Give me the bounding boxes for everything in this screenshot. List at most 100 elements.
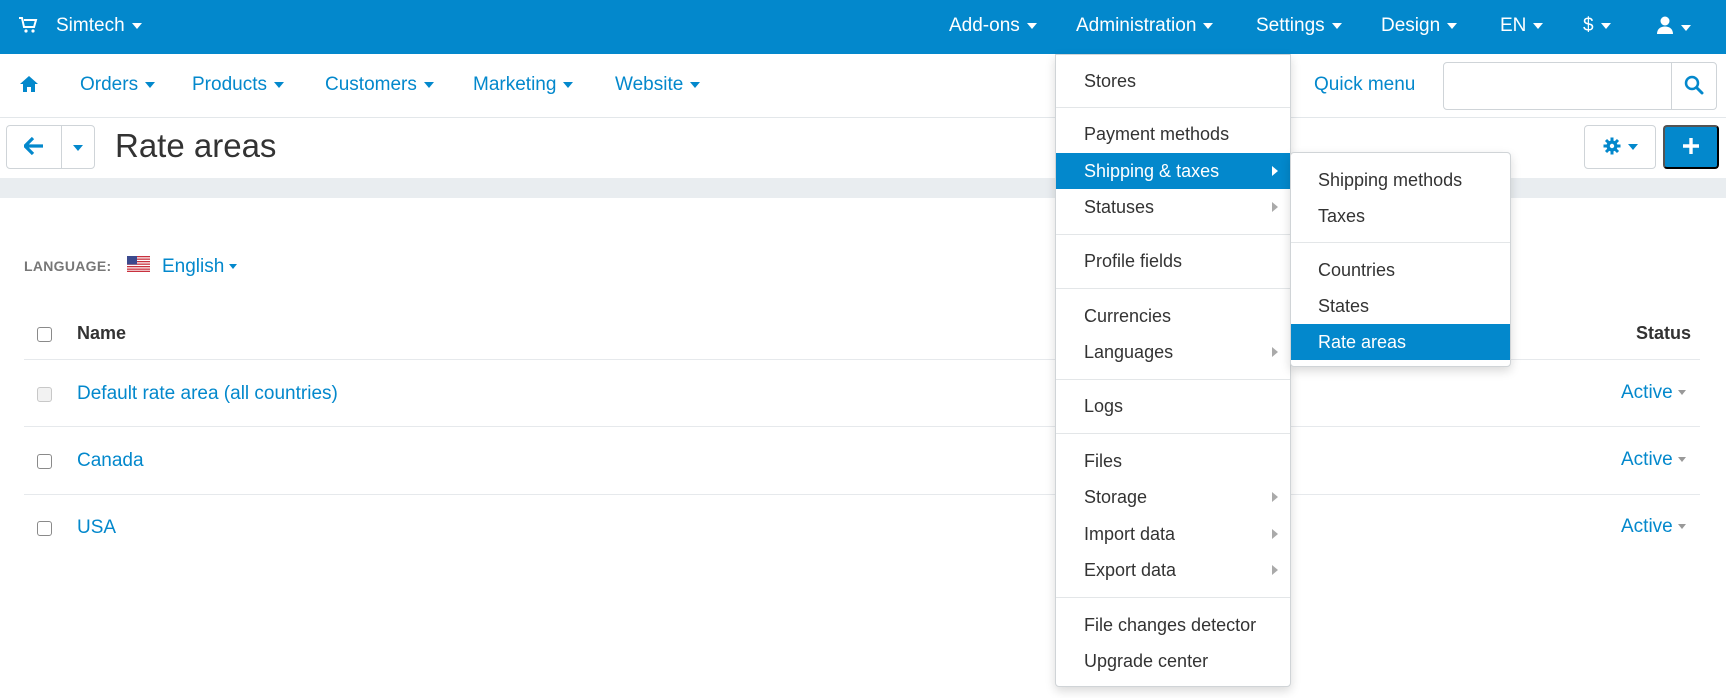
menu-item-taxes[interactable]: Taxes: [1291, 198, 1510, 234]
menu-item-file-changes-detector[interactable]: File changes detector: [1056, 607, 1290, 643]
language-label: LANGUAGE:: [24, 258, 112, 274]
status-dropdown[interactable]: Active: [1621, 449, 1686, 471]
row-checkbox[interactable]: [37, 521, 52, 536]
menu-item-shipping-taxes[interactable]: Shipping & taxes: [1056, 153, 1290, 189]
status-value: Active: [1621, 449, 1673, 470]
menu-divider: [1056, 288, 1290, 289]
menu-item-countries[interactable]: Countries: [1291, 252, 1510, 288]
rate-area-link[interactable]: Canada: [77, 450, 144, 472]
nav-currency[interactable]: $: [1583, 15, 1611, 37]
nav-currency-label: $: [1583, 15, 1594, 36]
menu-item-shipping-methods[interactable]: Shipping methods: [1291, 162, 1510, 198]
nav-marketing[interactable]: Marketing: [473, 74, 574, 96]
menu-divider: [1056, 597, 1290, 598]
nav-settings[interactable]: Settings: [1256, 15, 1342, 37]
nav-addons-label: Add-ons: [949, 15, 1020, 36]
menu-item-currencies[interactable]: Currencies: [1056, 298, 1290, 334]
main-nav: Orders Products Customers Marketing Webs…: [0, 54, 1726, 118]
chevron-right-icon: [1272, 347, 1278, 357]
menu-item-stores[interactable]: Stores: [1056, 63, 1290, 99]
menu-item-label: Taxes: [1318, 206, 1366, 226]
nav-administration[interactable]: Administration: [1076, 15, 1214, 37]
back-button[interactable]: [6, 125, 62, 169]
menu-item-label: Countries: [1318, 260, 1396, 280]
administration-menu: Stores Payment methods Shipping & taxes …: [1055, 54, 1291, 687]
store-switcher[interactable]: Simtech: [56, 15, 142, 37]
nav-design-label: Design: [1381, 15, 1441, 36]
menu-item-import-data[interactable]: Import data: [1056, 516, 1290, 552]
nav-design[interactable]: Design: [1381, 15, 1458, 37]
select-all-checkbox[interactable]: [37, 327, 52, 342]
us-flag-icon: [127, 256, 150, 272]
language-value: English: [162, 256, 225, 277]
menu-item-statuses[interactable]: Statuses: [1056, 189, 1290, 225]
table-divider: [24, 494, 1700, 495]
menu-item-label: States: [1318, 296, 1370, 316]
menu-item-profile-fields[interactable]: Profile fields: [1056, 243, 1290, 279]
search-input[interactable]: [1443, 62, 1672, 110]
gear-icon: [1603, 137, 1621, 158]
menu-item-storage[interactable]: Storage: [1056, 479, 1290, 515]
cart-icon[interactable]: [18, 15, 38, 35]
menu-item-rate-areas[interactable]: Rate areas: [1291, 324, 1510, 360]
chevron-right-icon: [1272, 202, 1278, 212]
menu-item-logs[interactable]: Logs: [1056, 388, 1290, 424]
menu-item-payment-methods[interactable]: Payment methods: [1056, 116, 1290, 152]
menu-item-files[interactable]: Files: [1056, 443, 1290, 479]
add-button[interactable]: [1663, 125, 1719, 169]
menu-item-label: Shipping methods: [1318, 170, 1463, 190]
menu-item-label: Export data: [1084, 560, 1177, 580]
nav-language[interactable]: EN: [1500, 15, 1544, 37]
menu-divider: [1291, 242, 1510, 243]
nav-user[interactable]: [1656, 15, 1691, 41]
nav-products[interactable]: Products: [192, 74, 284, 96]
nav-customers-label: Customers: [325, 74, 417, 95]
settings-dropdown-button[interactable]: [1584, 125, 1656, 169]
chevron-right-icon: [1272, 565, 1278, 575]
shipping-taxes-submenu: Shipping methods Taxes Countries States …: [1290, 152, 1511, 367]
nav-addons[interactable]: Add-ons: [949, 15, 1037, 37]
menu-item-label: Shipping & taxes: [1084, 161, 1220, 181]
page-title: Rate areas: [115, 127, 277, 164]
menu-item-languages[interactable]: Languages: [1056, 334, 1290, 370]
menu-item-label: Currencies: [1084, 306, 1172, 326]
quick-menu-link[interactable]: Quick menu: [1314, 74, 1415, 96]
menu-item-label: Payment methods: [1084, 124, 1230, 144]
search-button[interactable]: [1671, 62, 1717, 110]
menu-item-states[interactable]: States: [1291, 288, 1510, 324]
back-dropdown-button[interactable]: [61, 125, 95, 169]
store-name-label: Simtech: [56, 15, 125, 36]
chevron-right-icon: [1272, 492, 1278, 502]
menu-item-label: Rate areas: [1318, 332, 1407, 352]
menu-item-upgrade-center[interactable]: Upgrade center: [1056, 643, 1290, 679]
table-divider: [24, 426, 1700, 427]
menu-item-label: Storage: [1084, 487, 1148, 507]
nav-website[interactable]: Website: [615, 74, 701, 96]
chevron-right-icon: [1272, 166, 1278, 176]
menu-item-export-data[interactable]: Export data: [1056, 552, 1290, 588]
status-dropdown[interactable]: Active: [1621, 382, 1686, 404]
nav-orders[interactable]: Orders: [80, 74, 156, 96]
menu-divider: [1056, 234, 1290, 235]
status-value: Active: [1621, 382, 1673, 403]
home-icon[interactable]: [19, 74, 39, 94]
nav-customers[interactable]: Customers: [325, 74, 434, 96]
arrow-left-icon: [22, 136, 44, 158]
nav-website-label: Website: [615, 74, 684, 95]
menu-item-label: Profile fields: [1084, 251, 1183, 271]
status-value: Active: [1621, 516, 1673, 537]
column-header-name[interactable]: Name: [77, 323, 126, 344]
nav-marketing-label: Marketing: [473, 74, 557, 95]
user-icon: [1656, 15, 1674, 41]
menu-item-label: Import data: [1084, 524, 1176, 544]
menu-divider: [1056, 107, 1290, 108]
row-checkbox[interactable]: [37, 454, 52, 469]
menu-item-label: Languages: [1084, 342, 1174, 362]
menu-item-label: Files: [1084, 451, 1123, 471]
menu-divider: [1056, 379, 1290, 380]
rate-area-link[interactable]: Default rate area (all countries): [77, 383, 338, 405]
rate-area-link[interactable]: USA: [77, 517, 116, 539]
menu-item-label: Stores: [1084, 71, 1137, 91]
status-dropdown[interactable]: Active: [1621, 516, 1686, 538]
language-selector[interactable]: English: [162, 256, 238, 278]
